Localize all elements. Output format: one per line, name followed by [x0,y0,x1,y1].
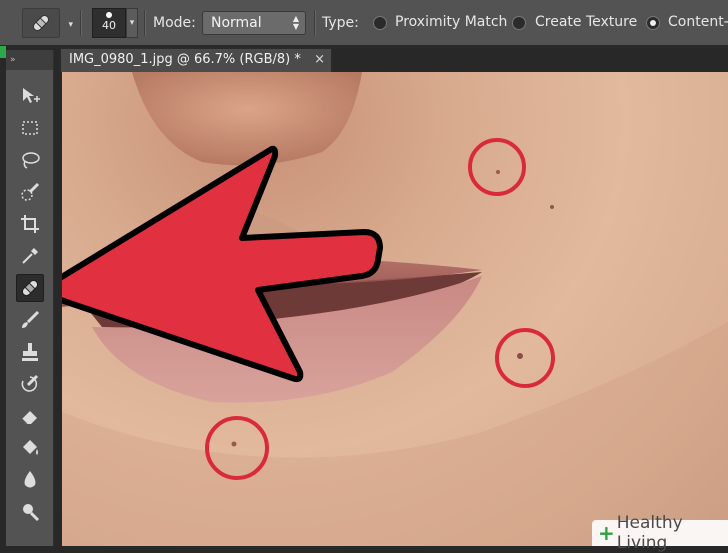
eraser-tool-button[interactable] [16,402,44,430]
quick-selection-tool-icon [21,182,40,201]
marquee-tool-icon [22,121,38,135]
chevron-down-icon: ▾ [68,20,73,30]
dodge-tool-button[interactable] [16,498,44,526]
radio-label-content-aware: Content-A [668,14,728,30]
separator [314,10,316,36]
close-icon[interactable]: × [314,49,325,71]
blur-tool-button[interactable] [16,466,44,494]
options-bar: ▾ 40 ▾ Mode: Normal ▲ ▼ Type: Proximity M… [0,0,728,46]
healthy-living-watermark: + Healthy Living [592,513,728,553]
brush-size-picker[interactable]: 40 [92,8,126,38]
separator [144,10,146,36]
spot-healing-brush-tool-button[interactable] [16,274,44,302]
marquee-tool-button[interactable] [16,114,44,142]
spot-healing-brush-tool-icon [21,279,39,297]
document-tab-bar: IMG_0980_1.jpg @ 66.7% (RGB/8) * × [54,46,728,72]
brush-size-value: 40 [102,19,116,32]
radio-create-texture[interactable] [512,16,526,30]
brush-tool-button[interactable] [16,306,44,334]
crop-tool-button[interactable] [16,210,44,238]
brush-tool-icon [22,310,40,328]
blemish-circle [495,328,555,388]
type-label: Type: [322,15,359,31]
eyedropper-tool-button[interactable] [16,242,44,270]
crop-tool-icon [21,215,39,233]
lasso-tool-icon [22,152,40,169]
watermark-text: Healthy Living [616,513,683,553]
history-brush-tool-button[interactable] [16,370,44,398]
select-arrows-icon: ▲ ▼ [292,14,299,31]
toolbox: » [6,50,54,546]
mode-select[interactable]: Normal ▲ ▼ [202,11,306,35]
quick-selection-tool-button[interactable] [16,178,44,206]
lasso-tool-button[interactable] [16,146,44,174]
clone-stamp-tool-icon [22,343,38,361]
brush-picker-dropdown[interactable]: ▾ [126,8,138,38]
radio-label-create-texture: Create Texture [535,14,638,30]
brush-tip-icon [106,12,112,18]
document-tab[interactable]: IMG_0980_1.jpg @ 66.7% (RGB/8) * × [60,48,332,72]
dodge-tool-icon [23,504,40,522]
separator [80,10,82,36]
document-canvas[interactable] [62,72,728,546]
eyedropper-tool-icon [22,248,38,264]
move-tool-button[interactable] [16,82,44,110]
blemish-circle [468,138,526,196]
plus-icon: + [598,521,615,545]
document-tab-title: IMG_0980_1.jpg @ 66.7% (RGB/8) * [69,52,301,67]
radio-content-aware[interactable] [646,16,660,30]
paint-bucket-tool-button[interactable] [16,434,44,462]
history-brush-tool-icon [21,374,39,392]
photo-face [62,72,728,546]
tool-preset-picker[interactable]: ▾ [22,8,73,38]
blur-tool-icon [24,471,36,488]
eraser-tool-icon [21,411,37,425]
mode-label: Mode: [153,15,196,31]
toolbox-collapse-button[interactable]: » [6,50,53,70]
mode-value: Normal [211,15,262,31]
clone-stamp-tool-button[interactable] [16,338,44,366]
paint-bucket-tool-icon [23,440,38,455]
move-tool-icon [23,88,40,103]
radio-proximity-match[interactable] [373,16,387,30]
bandage-icon [32,14,50,32]
radio-label-proximity-match: Proximity Match [395,14,508,30]
